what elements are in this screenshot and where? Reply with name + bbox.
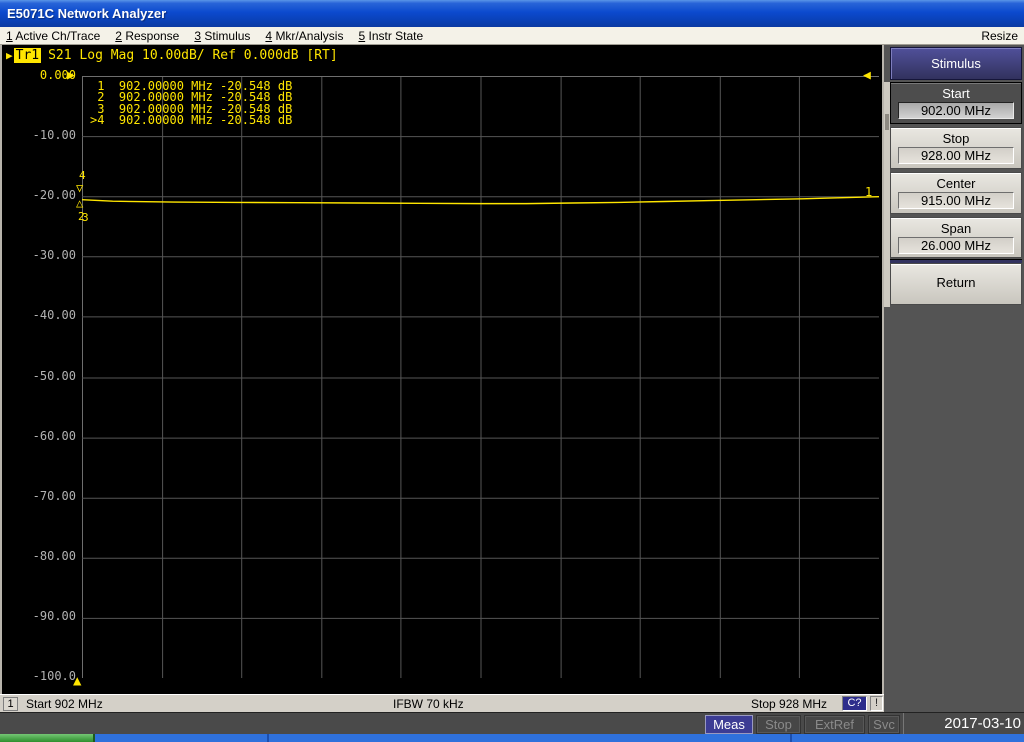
correction-badge: C?	[842, 696, 867, 711]
marker-row: >4 902.00000 MHz -20.548 dB	[90, 113, 293, 128]
trace-header: ▶ Tr1 S21 Log Mag 10.00dB/ Ref 0.000dB [RT…	[6, 48, 338, 63]
active-trace-arrow-icon: ▶	[6, 49, 13, 62]
y-axis-label: -40.00	[32, 308, 76, 323]
trace-name[interactable]: Tr1	[13, 48, 42, 63]
badge-meas: Meas	[705, 715, 753, 734]
y-axis-label: 0.000	[39, 68, 76, 82]
y-axis-label: -90.00	[32, 608, 76, 623]
y-axis-label: -50.00	[32, 368, 76, 383]
menu-key: 2	[115, 28, 122, 43]
softkey-menu-title: Stimulus	[890, 47, 1022, 80]
softkey-stop[interactable]: Stop 928.00 MHz	[890, 127, 1022, 169]
badge-stop: Stop	[756, 715, 801, 734]
y-axis-label: -80.00	[32, 548, 76, 563]
ref-level-right-icon: ◀	[863, 68, 871, 83]
window-titlebar[interactable]: E5071C Network Analyzer	[0, 0, 1024, 27]
softkey-stop-value: 928.00 MHz	[898, 147, 1014, 164]
menu-item-stimulus[interactable]: 3 Stimulus	[194, 29, 250, 43]
y-axis-label: -20.00	[32, 188, 76, 203]
menu-label: Active Ch/Trace	[15, 28, 101, 43]
ref-level-left-icon: ▶	[67, 68, 75, 83]
badge-extref: ExtRef	[804, 715, 865, 734]
window-title: E5071C Network Analyzer	[7, 6, 167, 21]
menu-key: 5	[358, 28, 366, 43]
softkey-return[interactable]: Return	[890, 263, 1022, 305]
graticule-plot	[82, 76, 879, 678]
taskbar-start-button[interactable]	[0, 734, 95, 742]
menu-item-active-ch-trace[interactable]: 1 Active Ch/Trace	[6, 29, 100, 43]
softkey-scrollbar-handle[interactable]	[885, 114, 889, 130]
taskbar	[0, 734, 1024, 742]
menu-item-resize[interactable]: Resize	[981, 29, 1018, 43]
y-axis-label: -70.00	[32, 488, 76, 503]
status-ifbw: IFBW 70 kHz	[393, 697, 464, 711]
softkey-start-label: Start	[942, 86, 970, 101]
softkey-stop-label: Stop	[942, 131, 970, 146]
y-axis-label: -10.00	[32, 128, 76, 143]
softkey-center-label: Center	[936, 176, 976, 191]
menu-label: Response	[125, 28, 180, 43]
menu-item-mkr-analysis[interactable]: 4 Mkr/Analysis	[265, 29, 343, 43]
status-start-frequency: Start 902 MHz	[26, 697, 103, 711]
y-axis-label: -60.00	[32, 428, 76, 443]
menu-label: Stimulus	[204, 28, 251, 43]
marker-stack-up-triangle-icon[interactable]: △	[76, 196, 83, 210]
analyzer-screen: ▶ Tr1 S21 Log Mag 10.00dB/ Ref 0.000dB [RT…	[0, 45, 884, 694]
softkey-span[interactable]: Span 26.000 MHz	[890, 217, 1022, 258]
status-bar: 1 Start 902 MHz IFBW 70 kHz Stop 928 MHz…	[0, 694, 884, 712]
menu-key: 3	[194, 28, 202, 43]
badge-svc: Svc	[868, 715, 900, 734]
y-axis-label: -100.0	[32, 669, 76, 683]
sweep-position-icon: ▲	[73, 673, 82, 689]
taskbar-segment-divider	[790, 734, 792, 742]
taskbar-segment-divider	[267, 734, 269, 742]
instrument-status-bar: Meas Stop ExtRef Svc 2017-03-10 09:09	[0, 712, 1024, 742]
softkey-center[interactable]: Center 915.00 MHz	[890, 172, 1022, 214]
menu-item-response[interactable]: 2 Response	[115, 29, 179, 43]
warning-badge: !	[870, 696, 883, 711]
marker-4-down-triangle-icon[interactable]: ▽	[76, 181, 83, 195]
menu-label: Mkr/Analysis	[275, 28, 344, 43]
status-stop-frequency: Stop 928 MHz	[751, 697, 828, 711]
y-axis-label: -30.00	[32, 248, 76, 263]
softkey-span-label: Span	[940, 221, 972, 236]
channel-number: 1	[3, 697, 18, 711]
softkey-return-label: Return	[936, 275, 976, 290]
softkey-start-value: 902.00 MHz	[898, 102, 1014, 119]
menu-label: Instr State	[368, 28, 424, 43]
menubar: 1 Active Ch/Trace 2 Response 3 Stimulus …	[0, 27, 1024, 45]
marker-table: 1 902.00000 MHz -20.548 dB 2 902.00000 M…	[90, 80, 293, 128]
trace-number-label: 1	[865, 185, 873, 199]
softkey-start[interactable]: Start 902.00 MHz	[890, 82, 1022, 124]
menu-item-instr-state[interactable]: 5 Instr State	[358, 29, 423, 43]
menu-key: 1	[6, 28, 13, 43]
softkey-panel: Stimulus Start 902.00 MHz Stop 928.00 MH…	[884, 45, 1024, 712]
softkey-span-value: 26.000 MHz	[898, 237, 1014, 254]
marker-3-label: 3	[82, 211, 89, 224]
datetime-display: 2017-03-10 09:09	[903, 713, 1024, 742]
menu-key: 4	[265, 28, 273, 43]
app-window: E5071C Network Analyzer 1 Active Ch/Trac…	[0, 0, 1024, 742]
softkey-center-value: 915.00 MHz	[898, 192, 1014, 209]
trace-settings: S21 Log Mag 10.00dB/ Ref 0.000dB [RT]	[48, 48, 338, 63]
